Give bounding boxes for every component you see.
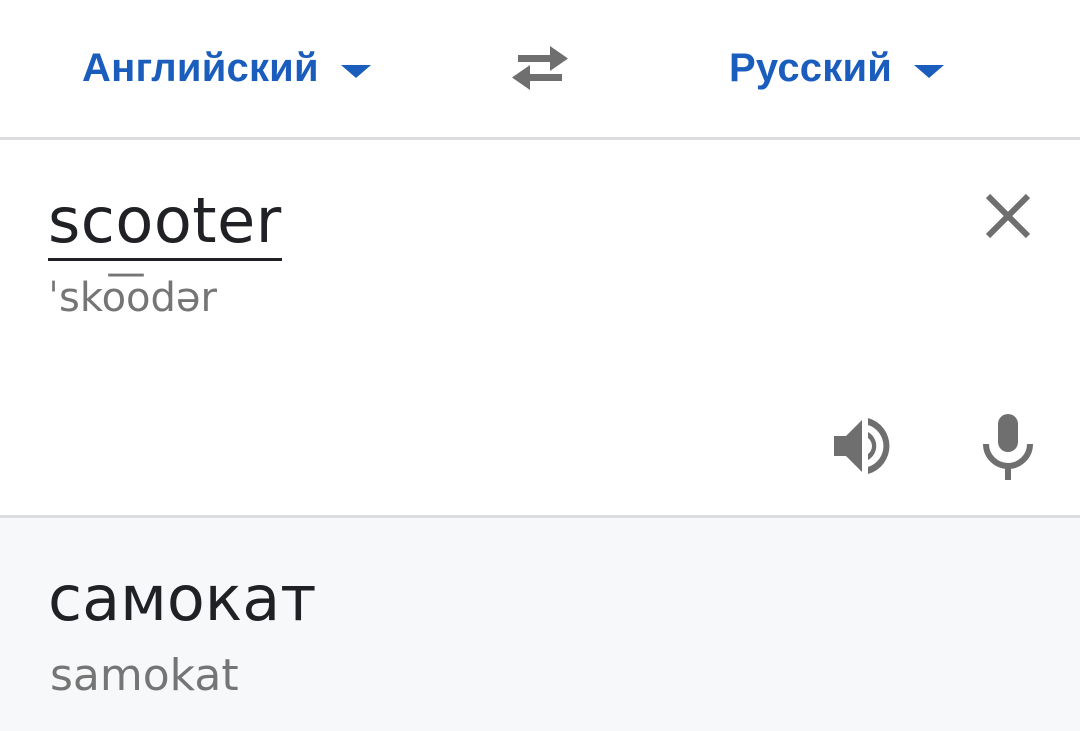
source-input-panel[interactable]: scooter ˈsko͞odər	[0, 140, 1080, 516]
clear-input-button[interactable]	[976, 184, 1040, 248]
translation-result-panel[interactable]: самокат samokat	[0, 518, 1080, 731]
swap-languages-button[interactable]	[506, 38, 574, 98]
swap-arrows-icon	[512, 46, 568, 90]
translation-transliteration: samokat	[50, 650, 239, 701]
target-language-label: Русский	[729, 45, 893, 90]
close-icon	[985, 193, 1031, 239]
source-text-input[interactable]: scooter	[48, 184, 282, 261]
listen-source-button[interactable]	[828, 410, 900, 482]
dropdown-caret-icon	[340, 64, 371, 78]
translation-text: самокат	[48, 562, 317, 635]
speaker-icon	[834, 418, 890, 474]
source-transliteration: ˈsko͞odər	[48, 275, 217, 321]
source-language-label: Английский	[82, 45, 319, 90]
microphone-icon	[983, 414, 1033, 480]
voice-input-button[interactable]	[972, 408, 1044, 484]
target-language-selector[interactable]: Русский	[729, 38, 945, 98]
dropdown-caret-icon	[914, 64, 945, 78]
source-language-selector[interactable]: Английский	[82, 38, 371, 98]
language-bar: Английский Русский	[0, 0, 1080, 138]
